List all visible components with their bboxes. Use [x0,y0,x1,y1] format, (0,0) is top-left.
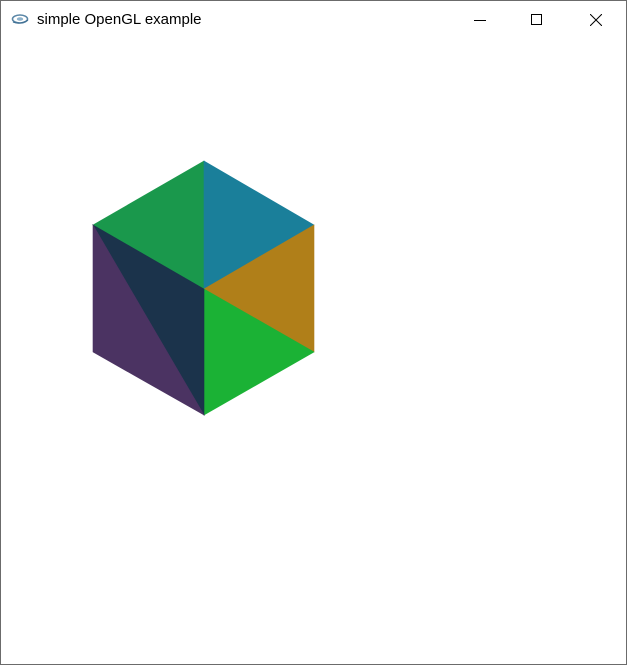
close-icon [590,14,602,26]
opengl-app-icon[interactable] [11,12,31,26]
minimize-button[interactable] [452,1,508,39]
maximize-button[interactable] [509,1,565,39]
cube-render [92,160,315,417]
app-window: simple OpenGL example [0,0,627,665]
title-bar[interactable]: simple OpenGL example [1,1,626,39]
close-button[interactable] [568,1,624,39]
opengl-viewport[interactable] [1,39,626,664]
minimize-icon [474,14,486,26]
maximize-icon [531,14,543,26]
window-title: simple OpenGL example [37,11,202,28]
